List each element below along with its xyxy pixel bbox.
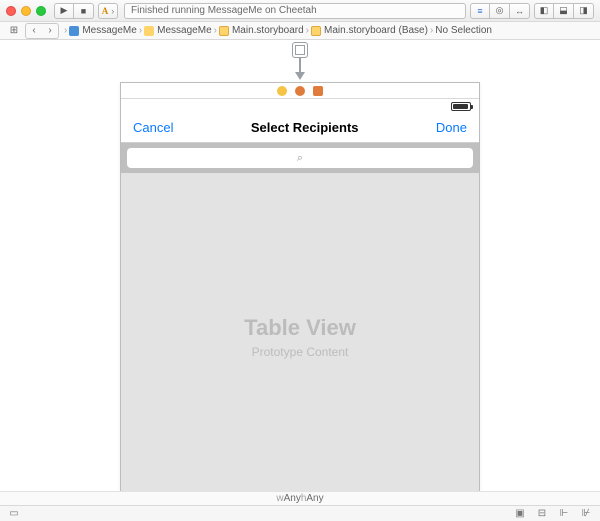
storyboard-canvas[interactable]: Cancel Select Recipients Done ⌕ Table Vi… bbox=[0, 40, 600, 505]
storyboard-icon bbox=[311, 26, 321, 36]
breadcrumb-separator: › bbox=[430, 25, 433, 36]
panel-visibility-controls: ◧ ⬓ ◨ bbox=[534, 3, 594, 19]
run-stop-controls: ▶ ■ bbox=[54, 3, 94, 19]
breadcrumb-separator: › bbox=[306, 25, 309, 36]
pin-constraints-button[interactable]: ⊩ bbox=[556, 508, 572, 520]
segue-line bbox=[299, 58, 301, 72]
activity-status: Finished running MessageMe on Cheetah bbox=[124, 3, 466, 19]
resolve-issues-button[interactable]: ⊮ bbox=[578, 508, 594, 520]
jump-bar: ⊞ ‹ › › MessageMe › MessageMe › Main.sto… bbox=[0, 22, 600, 40]
nav-title: Select Recipients bbox=[251, 120, 359, 135]
breadcrumb-separator: › bbox=[214, 25, 217, 36]
search-bar: ⌕ bbox=[121, 143, 479, 173]
first-responder-icon bbox=[295, 86, 305, 96]
history-nav: ‹ › bbox=[25, 23, 59, 39]
stop-button[interactable]: ■ bbox=[74, 3, 94, 19]
storyboard-icon bbox=[219, 26, 229, 36]
app-scheme-icon: A bbox=[102, 6, 109, 16]
done-button[interactable]: Done bbox=[436, 120, 467, 135]
xcode-toolbar: ▶ ■ A › Finished running MessageMe on Ch… bbox=[0, 0, 600, 22]
sizeclass-w-value: Any bbox=[284, 493, 301, 504]
folder-icon bbox=[144, 26, 154, 36]
scheme-selector[interactable]: A › bbox=[98, 3, 118, 19]
table-placeholder: Table View Prototype Content bbox=[121, 173, 479, 501]
navigation-bar: Cancel Select Recipients Done bbox=[121, 113, 479, 143]
breadcrumb: › MessageMe › MessageMe › Main.storyboar… bbox=[62, 25, 492, 36]
toggle-navigator-button[interactable]: ◧ bbox=[534, 3, 554, 19]
sizeclass-w-prefix: w bbox=[276, 493, 283, 504]
status-text: Finished running MessageMe on Cheetah bbox=[131, 5, 317, 16]
exit-icon bbox=[313, 86, 323, 96]
segue-source-icon bbox=[292, 42, 308, 58]
viewcontroller-scene[interactable]: Cancel Select Recipients Done ⌕ Table Vi… bbox=[120, 82, 480, 502]
embed-in-button[interactable]: ▣ bbox=[512, 508, 528, 520]
arrow-down-icon bbox=[295, 72, 305, 80]
breadcrumb-item-base[interactable]: Main.storyboard (Base) bbox=[311, 25, 428, 36]
align-button[interactable]: ⊟ bbox=[534, 508, 550, 520]
search-field[interactable]: ⌕ bbox=[127, 148, 473, 168]
standard-editor-button[interactable]: ≡ bbox=[470, 3, 490, 19]
table-placeholder-title: Table View bbox=[244, 315, 356, 341]
close-window-button[interactable] bbox=[6, 6, 16, 16]
version-editor-button[interactable]: ↔ bbox=[510, 3, 530, 19]
scene-titlebar[interactable] bbox=[121, 83, 479, 99]
go-back-button[interactable]: ‹ bbox=[26, 24, 42, 38]
minimize-window-button[interactable] bbox=[21, 6, 31, 16]
breadcrumb-item-storyboard[interactable]: Main.storyboard bbox=[219, 25, 304, 36]
toggle-debug-button[interactable]: ⬓ bbox=[554, 3, 574, 19]
sizeclass-h-value: Any bbox=[306, 493, 323, 504]
breadcrumb-separator: › bbox=[139, 25, 142, 36]
go-forward-button[interactable]: › bbox=[42, 24, 58, 38]
breadcrumb-item-selection[interactable]: No Selection bbox=[435, 25, 492, 36]
canvas-bottom-bar: ▭ ▣ ⊟ ⊩ ⊮ bbox=[0, 505, 600, 521]
toggle-utilities-button[interactable]: ◨ bbox=[574, 3, 594, 19]
segue-connector bbox=[292, 42, 308, 80]
battery-icon bbox=[451, 102, 471, 111]
zoom-window-button[interactable] bbox=[36, 6, 46, 16]
size-class-control[interactable]: w Any h Any bbox=[0, 491, 600, 505]
table-placeholder-subtitle: Prototype Content bbox=[252, 345, 349, 359]
document-outline-toggle[interactable]: ▭ bbox=[6, 508, 22, 520]
search-icon: ⌕ bbox=[297, 152, 303, 165]
ios-statusbar bbox=[121, 99, 479, 113]
related-items-button[interactable]: ⊞ bbox=[6, 24, 22, 38]
editor-mode-controls: ≡ ◎ ↔ bbox=[470, 3, 530, 19]
assistant-editor-button[interactable]: ◎ bbox=[490, 3, 510, 19]
run-button[interactable]: ▶ bbox=[54, 3, 74, 19]
window-controls bbox=[6, 6, 46, 16]
breadcrumb-item-project[interactable]: MessageMe bbox=[69, 25, 136, 36]
project-icon bbox=[69, 26, 79, 36]
chevron-right-icon: › bbox=[111, 6, 114, 16]
breadcrumb-item-folder[interactable]: MessageMe bbox=[144, 25, 211, 36]
breadcrumb-separator: › bbox=[64, 25, 67, 36]
viewcontroller-icon bbox=[277, 86, 287, 96]
table-view[interactable]: ⌕ Table View Prototype Content bbox=[121, 143, 479, 501]
cancel-button[interactable]: Cancel bbox=[133, 120, 173, 135]
